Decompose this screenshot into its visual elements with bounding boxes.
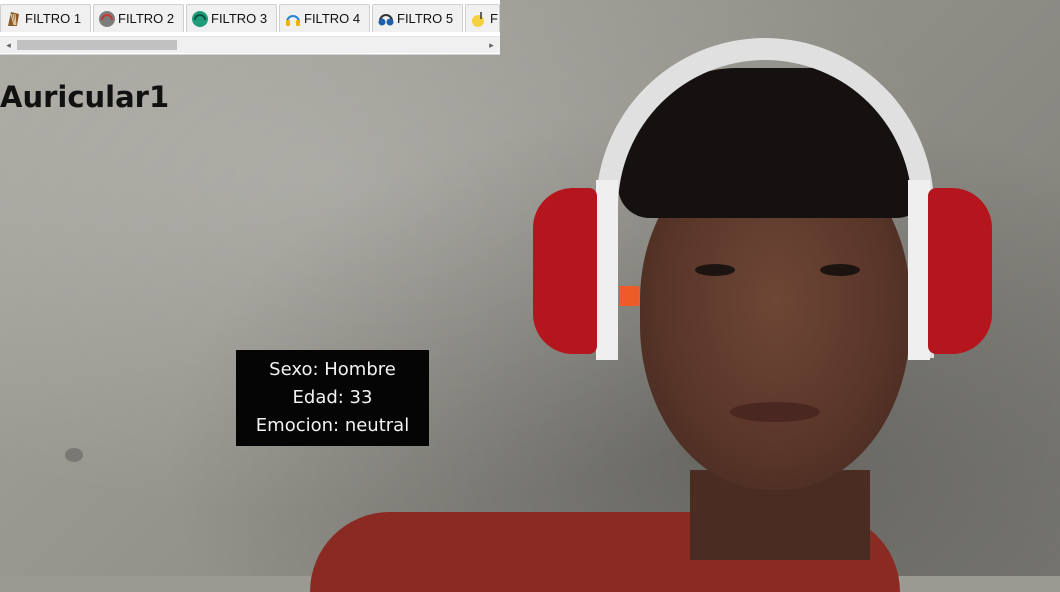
mouth — [730, 402, 820, 422]
tab-filtro-1[interactable]: FILTRO 1 — [0, 4, 91, 32]
headphone-inner-right — [908, 180, 930, 360]
sexo-label: Sexo: Hombre — [269, 359, 396, 380]
scroll-left-arrow-icon[interactable]: ◂ — [0, 37, 17, 53]
face-landmark-marker — [619, 286, 639, 306]
music-note-icon — [470, 10, 488, 28]
detection-info-box: Sexo: Hombre Edad: 33 Emocion: neutral — [236, 350, 429, 446]
scroll-thumb[interactable] — [17, 40, 177, 50]
tab-label: FILTRO 5 — [397, 11, 454, 26]
wall-spot — [65, 448, 83, 462]
headphone-inner-left — [596, 180, 618, 360]
tab-filtro-2[interactable]: FILTRO 2 — [93, 4, 184, 32]
headphone-cup-left — [533, 188, 597, 354]
emocion-label: Emocion: neutral — [255, 415, 410, 436]
filter-toolbar: FILTRO 1 FILTRO 2 FILTRO 3 FILTRO 4 FILT… — [0, 0, 500, 55]
horizontal-scrollbar[interactable]: ◂ ▸ — [0, 36, 500, 53]
headphone-headband — [596, 38, 934, 358]
tab-label: FILTRO 1 — [25, 11, 82, 26]
headphones-icon — [377, 10, 395, 28]
tab-filtro-3[interactable]: FILTRO 3 — [186, 4, 277, 32]
headphones-icon — [284, 10, 302, 28]
tab-filtro-6[interactable]: F — [465, 4, 500, 32]
tab-label: FILTRO 3 — [211, 11, 268, 26]
tab-label: FILTRO 4 — [304, 11, 361, 26]
filter-tab-strip: FILTRO 1 FILTRO 2 FILTRO 3 FILTRO 4 FILT… — [0, 4, 500, 34]
tab-filtro-4[interactable]: FILTRO 4 — [279, 4, 370, 32]
headphone-cup-right — [928, 188, 992, 354]
tab-label: F — [490, 11, 498, 26]
filter-title: Auricular1 — [0, 80, 170, 114]
edad-label: Edad: 33 — [292, 387, 373, 408]
headphones-icon — [191, 10, 209, 28]
scroll-right-arrow-icon[interactable]: ▸ — [483, 37, 500, 53]
harp-icon — [5, 10, 23, 28]
tab-label: FILTRO 2 — [118, 11, 175, 26]
headphones-icon — [98, 10, 116, 28]
tab-filtro-5[interactable]: FILTRO 5 — [372, 4, 463, 32]
